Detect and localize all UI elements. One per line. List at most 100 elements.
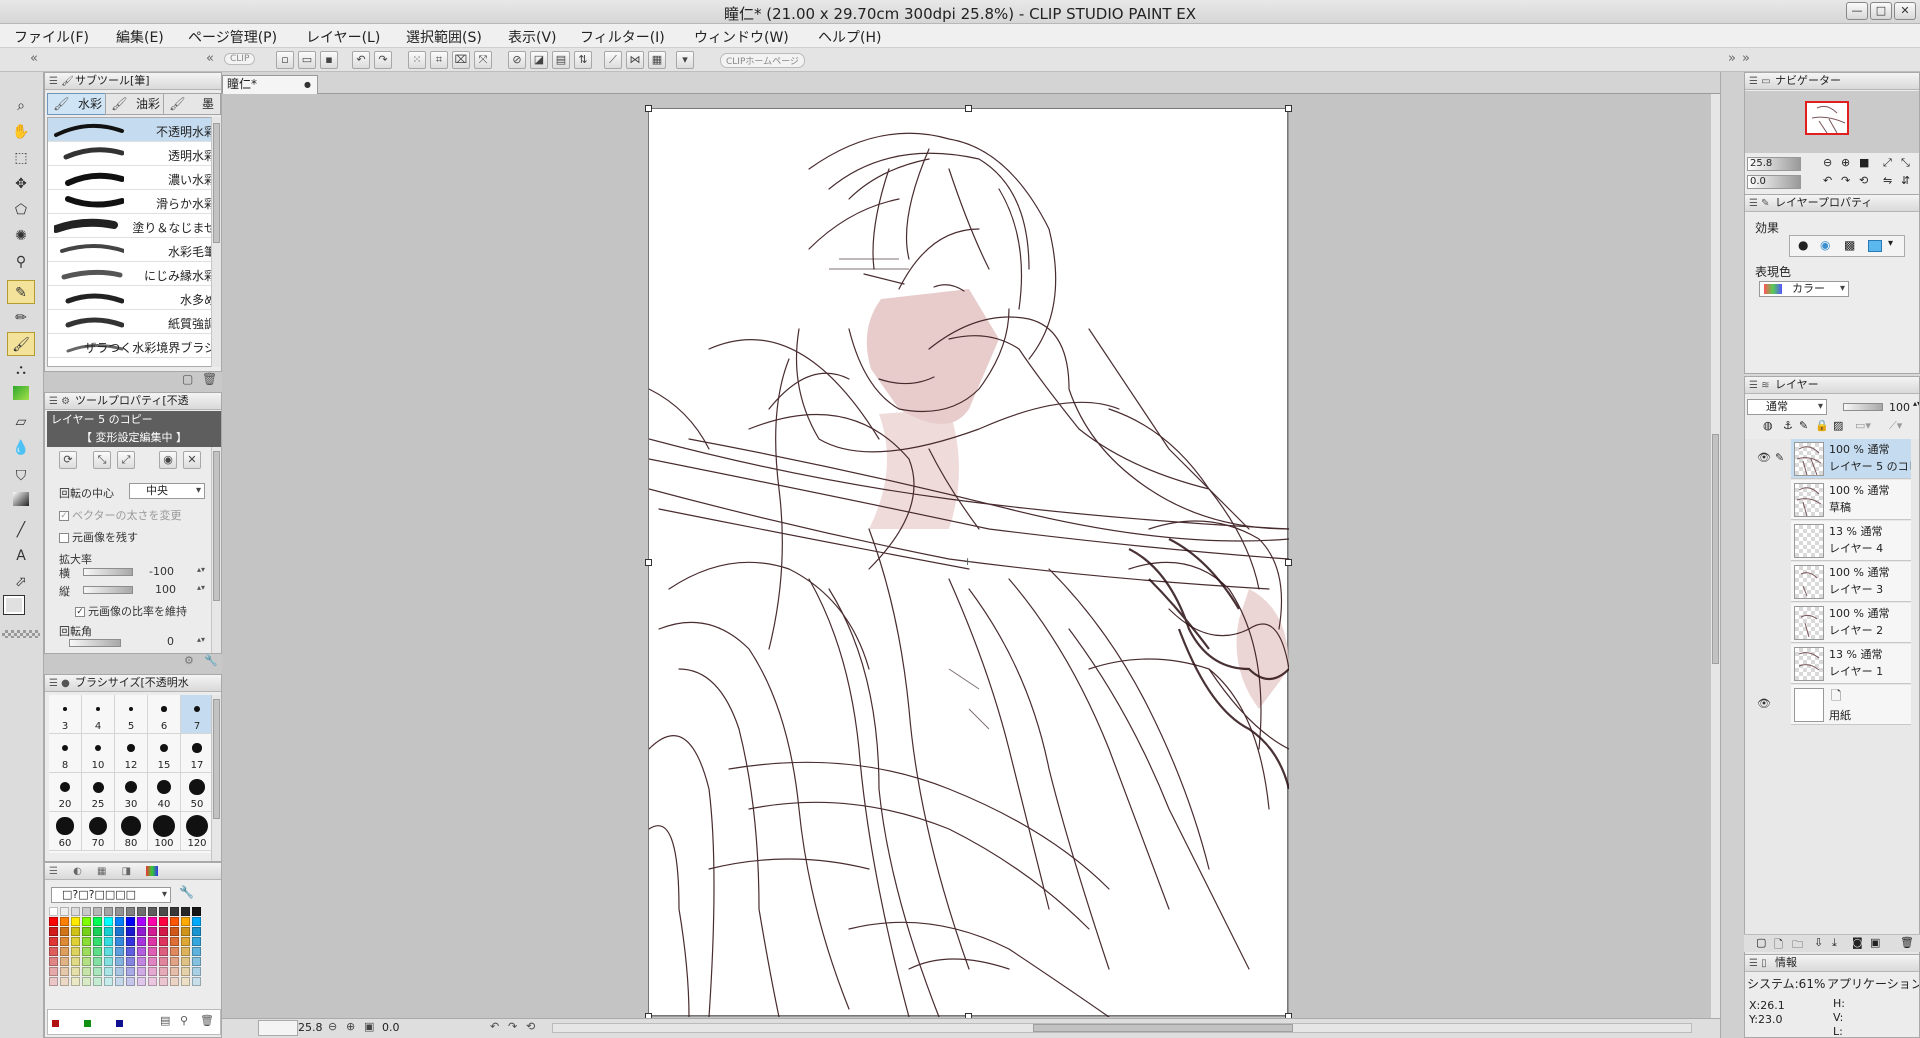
navigator-zoom[interactable]: 25.8: [1747, 157, 1801, 171]
new-vector-layer-icon[interactable]: 🗋: [1774, 936, 1783, 955]
layer-item[interactable]: 100 % 通常 レイヤー 2: [1791, 603, 1911, 643]
ruler-icon[interactable]: ⟋: [604, 51, 622, 69]
color-swatch[interactable]: [159, 907, 168, 916]
brush-size-option[interactable]: 6: [148, 695, 181, 734]
keep-original-option[interactable]: 元画像を残す: [59, 529, 138, 545]
color-swatch[interactable]: [181, 927, 190, 936]
layer-item[interactable]: 13 % 通常 レイヤー 4: [1791, 521, 1911, 561]
color-swatch[interactable]: [126, 977, 135, 986]
hand-tool-icon[interactable]: ✋: [7, 120, 35, 144]
brush-size-option[interactable]: 120: [181, 812, 214, 851]
color-swatch[interactable]: [60, 947, 69, 956]
reset-rotation-icon[interactable]: ⟲: [526, 1020, 535, 1033]
navigator-rotation[interactable]: 0.0: [1747, 175, 1801, 189]
new-file-icon[interactable]: ▫: [276, 51, 294, 69]
navigator-preview[interactable]: [1745, 91, 1919, 153]
figure-tool-icon[interactable]: ╱: [7, 518, 35, 542]
color-swatch[interactable]: [93, 977, 102, 986]
color-swatch[interactable]: [137, 907, 146, 916]
color-set-tab-icon[interactable]: [146, 866, 159, 876]
text-tool-icon[interactable]: A: [7, 544, 35, 568]
main-color-swatch[interactable]: [3, 595, 25, 615]
fit-screen-icon[interactable]: ⤢: [1883, 156, 1892, 170]
horizontal-slider[interactable]: [83, 568, 133, 576]
menu-selection[interactable]: 選択範囲(S): [406, 27, 482, 47]
collapse-right-icon-2[interactable]: »: [1742, 51, 1750, 66]
color-swatch[interactable]: [104, 967, 113, 976]
color-swatch[interactable]: [60, 917, 69, 926]
object-tool-icon[interactable]: ⬀: [7, 570, 35, 594]
color-swatch[interactable]: [93, 957, 102, 966]
trash-icon[interactable]: 🗑: [1900, 936, 1914, 949]
rotation-value[interactable]: 0: [167, 635, 174, 648]
zoom-slider[interactable]: [258, 1020, 298, 1036]
color-swatch[interactable]: [49, 977, 58, 986]
color-swatch[interactable]: [49, 937, 58, 946]
color-swatch[interactable]: [181, 967, 190, 976]
brush-size-option[interactable]: 30: [115, 773, 148, 812]
select-all-icon[interactable]: ⌗: [430, 51, 448, 69]
collapse-right-icon[interactable]: »: [1728, 51, 1736, 66]
chevron-down-icon[interactable]: ▾: [1888, 238, 1893, 249]
color-swatch[interactable]: [192, 957, 201, 966]
cancel-icon[interactable]: ✕: [183, 451, 201, 469]
zoom-in-icon[interactable]: ⊕: [346, 1020, 355, 1033]
color-swatch[interactable]: [159, 977, 168, 986]
reference-layer-icon[interactable]: ⚓: [1783, 419, 1793, 432]
color-swatch[interactable]: [181, 977, 190, 986]
brush-item[interactable]: にじみ縁水彩: [48, 262, 220, 286]
brush-size-option[interactable]: 4: [82, 695, 115, 734]
distort-icon[interactable]: ⤢: [117, 451, 135, 469]
menu-help[interactable]: ヘルプ(H): [818, 27, 881, 47]
apply-mask-icon[interactable]: ▣: [1870, 936, 1880, 949]
color-swatch[interactable]: [159, 947, 168, 956]
history-swatch[interactable]: [116, 1020, 123, 1027]
brush-list-scrollbar[interactable]: [211, 117, 221, 367]
rotate-left-icon[interactable]: ↶: [490, 1020, 499, 1033]
color-swatch[interactable]: [181, 937, 190, 946]
color-swatch[interactable]: [148, 937, 157, 946]
confirm-icon[interactable]: ◉: [159, 451, 177, 469]
pencil-tool-icon[interactable]: ✏: [7, 306, 35, 330]
pattern-effect-icon[interactable]: ▩: [1844, 238, 1855, 252]
rotation-slider[interactable]: [69, 639, 121, 647]
flip-vertical-icon[interactable]: ⇵: [1901, 174, 1910, 187]
vertical-value[interactable]: 100: [155, 583, 176, 596]
flip-horizontal-icon[interactable]: ⇋: [1883, 174, 1892, 187]
blend-mode-select[interactable]: 通常: [1747, 399, 1827, 415]
vertical-slider[interactable]: [83, 586, 133, 594]
color-swatch[interactable]: [115, 947, 124, 956]
clip-layer-icon[interactable]: ◍: [1763, 419, 1773, 432]
color-swatch[interactable]: [93, 967, 102, 976]
redo-icon[interactable]: ↷: [374, 51, 392, 69]
mask-icon[interactable]: ▭▾: [1855, 419, 1871, 432]
scale-rotate-icon[interactable]: ⟳: [59, 451, 77, 469]
color-swatch[interactable]: [93, 947, 102, 956]
color-swatch[interactable]: [82, 947, 91, 956]
clear-outside-icon[interactable]: ▤: [552, 51, 570, 69]
trash-icon[interactable]: 🗑: [200, 1014, 214, 1027]
color-swatch[interactable]: [60, 907, 69, 916]
rotate-left-icon[interactable]: ↶: [1823, 174, 1832, 187]
color-swatch[interactable]: [170, 957, 179, 966]
blend-tool-icon[interactable]: 💧: [7, 436, 35, 460]
brush-size-option[interactable]: 100: [148, 812, 181, 851]
zoom-in-icon[interactable]: ⊕: [1841, 156, 1850, 169]
color-swatch[interactable]: [126, 957, 135, 966]
decoration-tool-icon[interactable]: [7, 384, 35, 408]
color-swatch[interactable]: [60, 957, 69, 966]
color-swatch[interactable]: [126, 927, 135, 936]
eraser-tool-icon[interactable]: ▱: [7, 410, 35, 434]
opacity-slider[interactable]: [1843, 403, 1883, 411]
canvas-horizontal-scrollbar[interactable]: [552, 1023, 1692, 1033]
free-transform-icon[interactable]: ⤡: [93, 451, 111, 469]
color-set-settings-icon[interactable]: 🔧: [179, 885, 194, 899]
color-swatch[interactable]: [126, 967, 135, 976]
color-swatch[interactable]: [60, 967, 69, 976]
fill-icon[interactable]: ◪: [530, 51, 548, 69]
color-swatch[interactable]: [126, 947, 135, 956]
color-swatch[interactable]: [170, 907, 179, 916]
color-swatch[interactable]: [115, 927, 124, 936]
brush-size-option[interactable]: 17: [181, 734, 214, 773]
color-tab-icons[interactable]: ☰ ◐ ▦ ◨: [49, 866, 146, 877]
